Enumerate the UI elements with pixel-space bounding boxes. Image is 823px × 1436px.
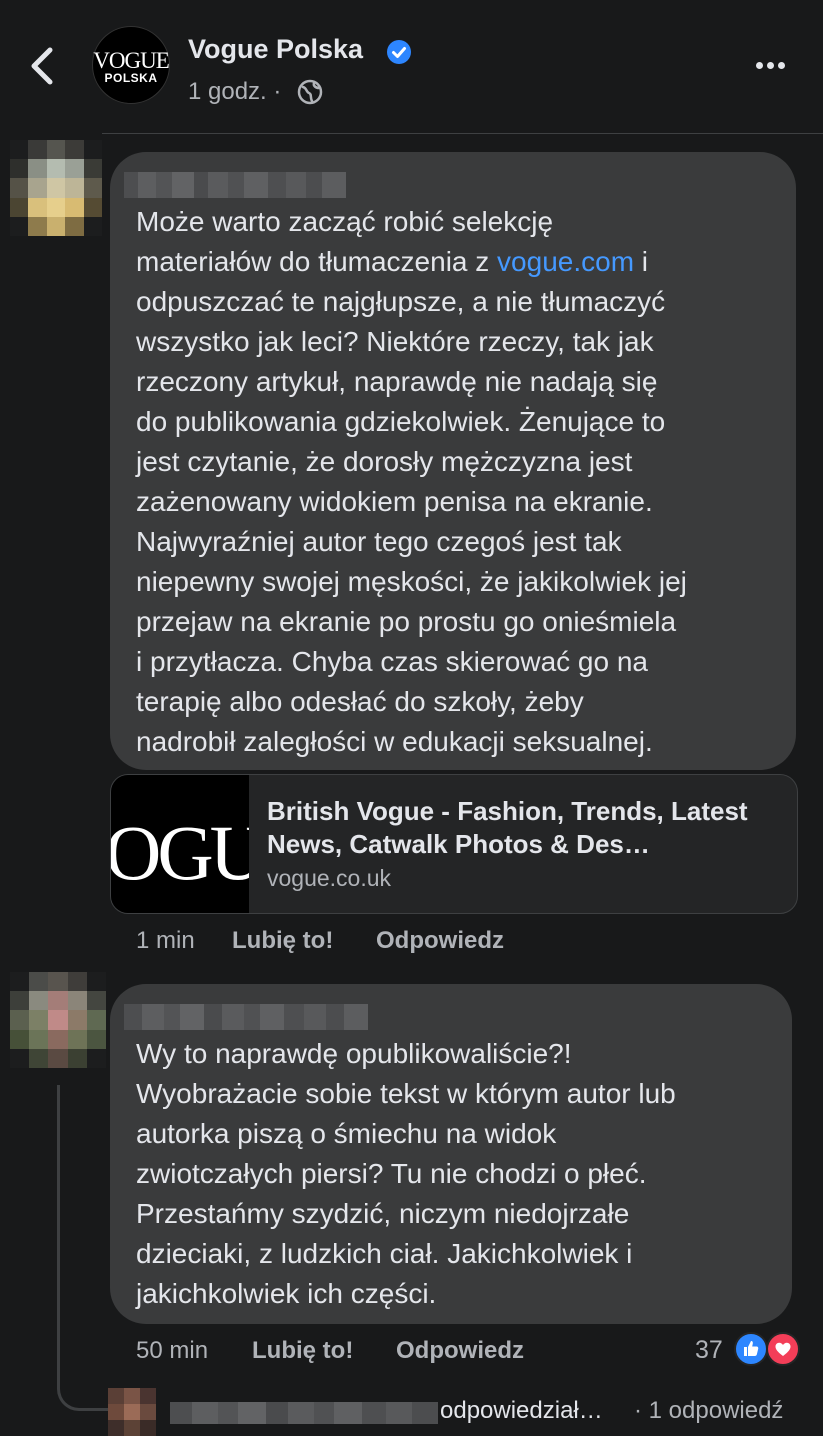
link-preview-domain: vogue.co.uk	[267, 865, 392, 891]
reply-summary-text[interactable]: odpowiedział…	[440, 1397, 603, 1425]
header-divider	[102, 133, 823, 134]
more-options-icon[interactable]	[756, 56, 794, 74]
thread-line	[57, 1085, 109, 1411]
link-preview-card[interactable]: OGU British Vogue - Fashion, Trends, Lat…	[110, 774, 798, 914]
page-avatar[interactable]: VOGUE POLSKA	[92, 26, 170, 104]
comment-text: Może warto zacząć robić selekcję materia…	[136, 202, 786, 762]
post-header: VOGUE POLSKA Vogue Polska 1 godz. ·	[0, 0, 823, 134]
link-preview-image: OGU	[111, 775, 249, 913]
globe-icon	[297, 79, 323, 105]
comment-time: 50 min	[136, 1337, 209, 1364]
replier-name-blurred[interactable]	[170, 1402, 438, 1424]
comment-link[interactable]: vogue.com	[497, 246, 634, 277]
comment-text: Wy to naprawdę opublikowaliście?! Wyobra…	[136, 1038, 676, 1309]
post-time: 1 godz. ·	[188, 78, 282, 105]
chevron-left-icon[interactable]	[22, 42, 62, 90]
logo-line2: POLSKA	[104, 71, 158, 85]
preview-image-logo-text: OGU	[111, 809, 249, 896]
reply-summary-count[interactable]: · 1 odpowiedź	[634, 1397, 783, 1425]
love-reaction-icon[interactable]	[766, 1332, 800, 1366]
commenter-avatar[interactable]	[10, 140, 102, 236]
reply-button[interactable]: Odpowiedz	[396, 1337, 524, 1365]
logo-line1: VOGUE	[93, 48, 170, 73]
reply-button[interactable]: Odpowiedz	[376, 927, 504, 955]
like-reaction-icon[interactable]	[734, 1332, 768, 1366]
like-button[interactable]: Lubię to!	[252, 1337, 353, 1365]
commenter-name-blurred[interactable]	[124, 1004, 368, 1030]
comment-time: 1 min	[136, 927, 195, 954]
link-preview-title: British Vogue - Fashion, Trends, Latest …	[267, 796, 748, 859]
page-name[interactable]: Vogue Polska	[188, 34, 363, 65]
replier-avatar[interactable]	[108, 1388, 156, 1436]
verified-badge-icon	[387, 40, 411, 64]
commenter-name-blurred[interactable]	[124, 172, 346, 198]
commenter-avatar[interactable]	[10, 972, 106, 1068]
like-button[interactable]: Lubię to!	[232, 927, 333, 955]
comment-text-part: i odpuszczać te najgłupsze, a nie tłumac…	[136, 246, 687, 757]
comment-text-part: Może warto zacząć robić selekcję materia…	[136, 206, 554, 277]
reaction-count[interactable]: 37	[695, 1336, 723, 1365]
